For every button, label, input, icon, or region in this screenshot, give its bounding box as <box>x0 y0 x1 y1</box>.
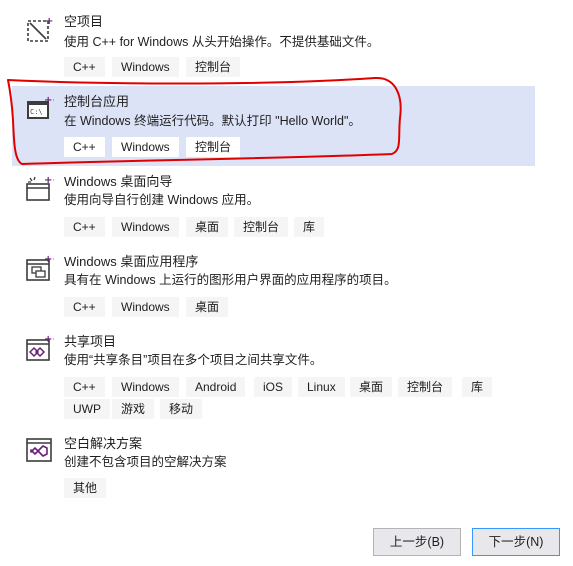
template-title: 空白解决方案 <box>64 436 143 451</box>
tag: 桌面 <box>350 377 393 397</box>
template-description: 在 Windows 终端运行代码。默认打印 "Hello World"。 <box>64 114 361 128</box>
tag: 控制台 <box>186 137 241 157</box>
tag: UWP <box>64 399 110 419</box>
template-title: 共享项目 <box>64 334 117 349</box>
template-item-windows-desktop-wizard[interactable]: ++ Windows 桌面向导 使用向导自行创建 Windows 应用。 C++… <box>12 168 535 246</box>
template-item-shared-items[interactable]: ++ 共享项目 使用“共享条目”项目在多个项目之间共享文件。 C++ Windo… <box>12 328 535 426</box>
tag: C++ <box>64 137 105 157</box>
tag: C++ <box>64 57 105 77</box>
tag: Linux <box>298 377 345 397</box>
template-item-console-app[interactable]: C:\ ++ 控制台应用 在 Windows 终端运行代码。默认打印 "Hell… <box>12 86 535 166</box>
empty-project-icon: ++ <box>26 15 54 43</box>
template-title: 控制台应用 <box>64 94 130 109</box>
svg-text:++: ++ <box>44 254 54 265</box>
tag: C++ <box>64 297 105 317</box>
tag: 库 <box>462 377 493 397</box>
tag: 桌面 <box>186 217 229 237</box>
template-description: 具有在 Windows 上运行的图形用户界面的应用程序的项目。 <box>64 273 397 287</box>
tag: 其他 <box>64 478 107 498</box>
blank-solution-icon <box>26 436 54 464</box>
desktop-wizard-icon: ++ <box>26 174 54 202</box>
template-item-windows-desktop-app[interactable]: ++ Windows 桌面应用程序 具有在 Windows 上运行的图形用户界面… <box>12 248 535 326</box>
template-description: 使用向导自行创建 Windows 应用。 <box>64 193 260 207</box>
template-title: Windows 桌面向导 <box>64 174 173 189</box>
tag: 控制台 <box>398 377 453 397</box>
template-title: 空项目 <box>64 14 104 29</box>
tag: Windows <box>112 217 179 237</box>
svg-text:++: ++ <box>45 16 54 27</box>
tag: 控制台 <box>186 57 241 77</box>
desktop-app-icon: ++ <box>26 254 54 282</box>
template-item-empty-project[interactable]: ++ 空项目 使用 C++ for Windows 从头开始操作。不提供基础文件… <box>12 6 535 84</box>
tag: Windows <box>112 297 179 317</box>
svg-text:++: ++ <box>44 95 54 106</box>
next-button[interactable]: 下一步(N) <box>472 528 560 556</box>
tag: Windows <box>112 57 179 77</box>
template-title: Windows 桌面应用程序 <box>64 254 199 269</box>
console-app-icon: C:\ ++ <box>26 95 54 123</box>
tag: Windows <box>112 137 179 157</box>
back-button[interactable]: 上一步(B) <box>373 528 461 556</box>
tag: C++ <box>64 217 105 237</box>
template-item-blank-solution[interactable]: 空白解决方案 创建不包含项目的空解决方案 其他 <box>12 430 535 502</box>
tag: 游戏 <box>112 399 155 419</box>
tag: C++ <box>64 377 105 397</box>
tag: 移动 <box>160 399 203 419</box>
svg-text:++: ++ <box>44 175 54 186</box>
tag: Windows <box>112 377 179 397</box>
svg-text:++: ++ <box>44 334 54 345</box>
tag: 桌面 <box>186 297 229 317</box>
template-description: 创建不包含项目的空解决方案 <box>64 455 227 469</box>
shared-items-icon: ++ <box>26 334 54 362</box>
template-description: 使用 C++ for Windows 从头开始操作。不提供基础文件。 <box>64 35 380 49</box>
svg-text:C:\: C:\ <box>30 108 43 116</box>
template-description: 使用“共享条目”项目在多个项目之间共享文件。 <box>64 353 323 367</box>
tag: Android <box>186 377 246 397</box>
tag: 库 <box>294 217 325 237</box>
tag: iOS <box>254 377 293 397</box>
tag: 控制台 <box>234 217 289 237</box>
